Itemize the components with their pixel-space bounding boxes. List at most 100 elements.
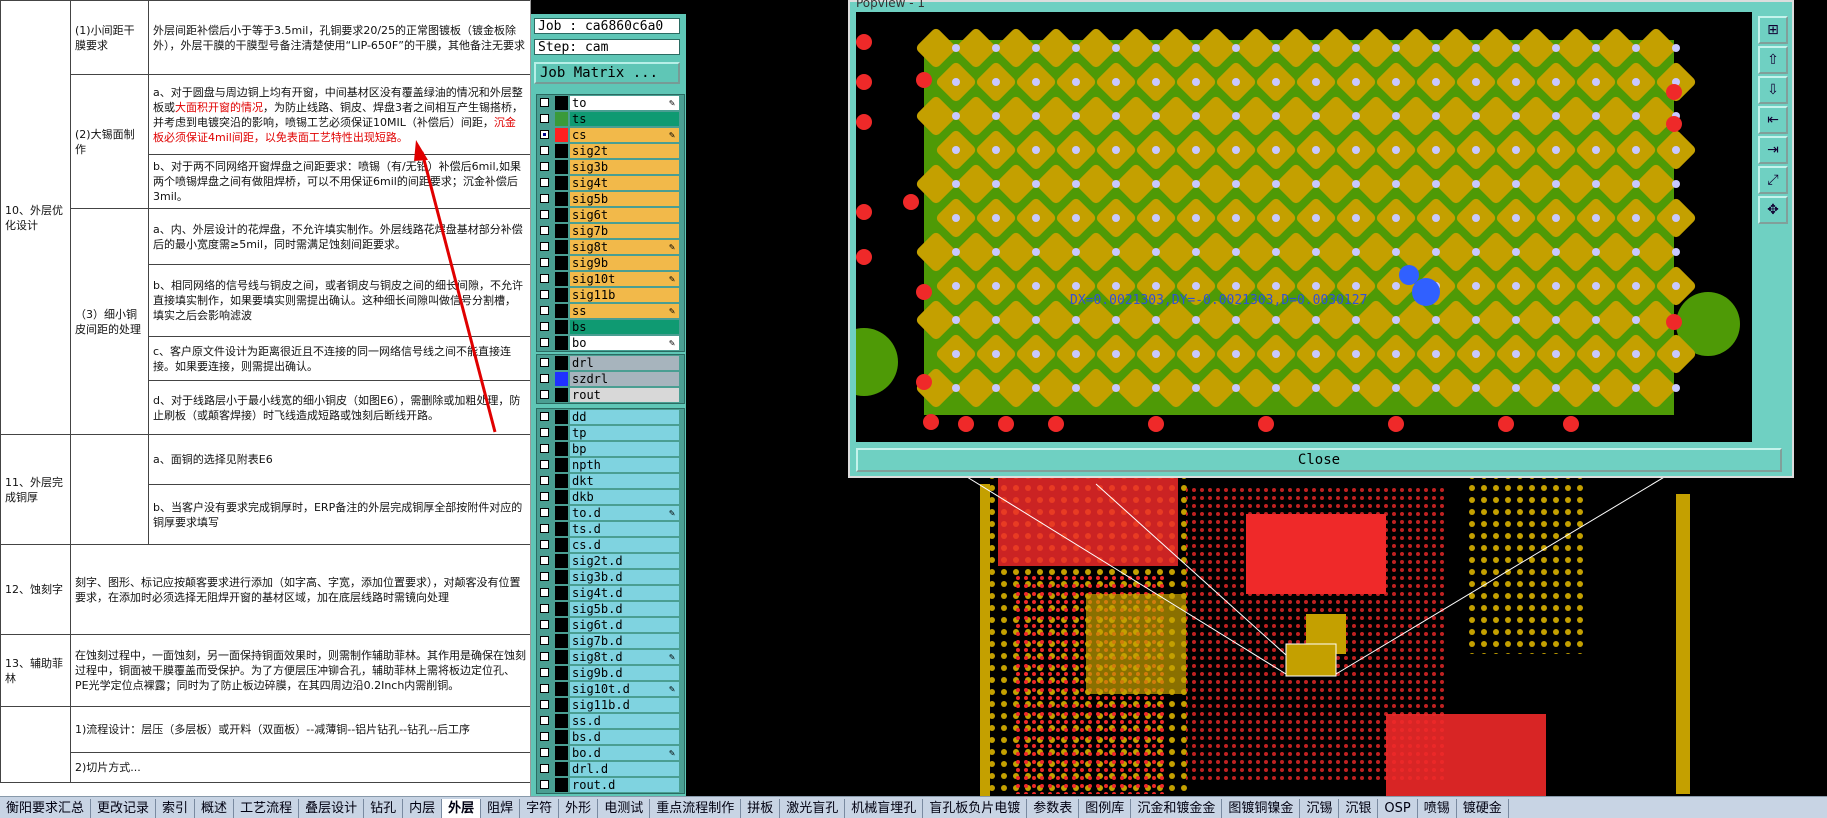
layer-name[interactable]: sig4t — [570, 176, 679, 190]
layer-name[interactable]: rout — [570, 388, 679, 402]
layer-color-swatch[interactable] — [555, 698, 568, 712]
sheet-tab[interactable]: 沉银 — [1339, 799, 1379, 818]
layer-name[interactable]: sig11b — [570, 288, 679, 302]
layer-name[interactable]: to ✎ — [570, 96, 679, 110]
layer-checkbox[interactable] — [540, 684, 549, 693]
layer-color-swatch[interactable] — [555, 730, 568, 744]
layer-name[interactable]: sig11b.d — [570, 698, 679, 712]
layer-name[interactable]: sig3b — [570, 160, 679, 174]
layer-color-swatch[interactable] — [555, 522, 568, 536]
layer-name[interactable]: sig6t — [570, 208, 679, 222]
layer-name[interactable]: ts — [570, 112, 679, 126]
layer-row-sig2t[interactable]: sig2t — [537, 143, 684, 159]
layer-checkbox[interactable] — [540, 604, 549, 613]
layer-name[interactable]: sig6t.d — [570, 618, 679, 632]
layer-color-swatch[interactable] — [555, 288, 568, 302]
layer-checkbox[interactable] — [540, 194, 549, 203]
layer-row-sig8t[interactable]: sig8t ✎ — [537, 239, 684, 255]
sheet-tab[interactable]: 外形 — [559, 799, 599, 818]
layer-name[interactable]: sig3b.d — [570, 570, 679, 584]
layer-name[interactable]: sig10t.d ✎ — [570, 682, 679, 696]
layer-row-sig9b[interactable]: sig9b — [537, 255, 684, 271]
layer-checkbox[interactable] — [540, 290, 549, 299]
layer-row-sig6t[interactable]: sig6t — [537, 207, 684, 223]
layer-row-bp[interactable]: bp — [537, 441, 684, 457]
layer-name[interactable]: sig10t ✎ — [570, 272, 679, 286]
sheet-tab[interactable]: 电测试 — [598, 799, 651, 818]
layer-row-sig10t-d[interactable]: sig10t.d ✎ — [537, 681, 684, 697]
layer-name[interactable]: sig7b — [570, 224, 679, 238]
layer-checkbox[interactable] — [540, 780, 549, 789]
sheet-tab[interactable]: 机械盲埋孔 — [845, 799, 924, 818]
sheet-tab[interactable]: 内层 — [403, 799, 443, 818]
layer-color-swatch[interactable] — [555, 586, 568, 600]
layer-checkbox[interactable] — [540, 764, 549, 773]
layer-color-swatch[interactable] — [555, 426, 568, 440]
sheet-tab[interactable]: 激光盲孔 — [780, 799, 846, 818]
zoom-out-icon[interactable]: ✥ — [1758, 196, 1788, 224]
layer-row-drl-d[interactable]: drl.d — [537, 761, 684, 777]
layer-checkbox[interactable] — [540, 98, 549, 107]
layer-checkbox[interactable] — [540, 620, 549, 629]
layer-row-npth[interactable]: npth — [537, 457, 684, 473]
layer-checkbox[interactable] — [540, 700, 549, 709]
layer-checkbox[interactable] — [540, 242, 549, 251]
layer-up-icon[interactable]: ⇧ — [1758, 46, 1788, 74]
layer-row-dkb[interactable]: dkb — [537, 489, 684, 505]
layer-checkbox[interactable] — [540, 524, 549, 533]
layer-checkbox[interactable] — [540, 588, 549, 597]
layer-color-swatch[interactable] — [555, 458, 568, 472]
layer-name[interactable]: drl — [570, 356, 679, 370]
sheet-tab[interactable]: 工艺流程 — [234, 799, 300, 818]
layer-row-sig7b-d[interactable]: sig7b.d — [537, 633, 684, 649]
layer-row-sig11b[interactable]: sig11b — [537, 287, 684, 303]
popview-canvas[interactable]: DX=0.0021303,DY=-0.0021303,D=0.0030127 — [856, 12, 1752, 442]
layer-name[interactable]: sig8t ✎ — [570, 240, 679, 254]
layer-row-cs[interactable]: cs ✎ — [537, 127, 684, 143]
layer-color-swatch[interactable] — [555, 128, 568, 142]
layer-row-sig8t-d[interactable]: sig8t.d ✎ — [537, 649, 684, 665]
layer-color-swatch[interactable] — [555, 410, 568, 424]
sheet-tab[interactable]: 重点流程制作 — [650, 799, 742, 818]
layer-name[interactable]: sig5b — [570, 192, 679, 206]
layer-name[interactable]: rout.d — [570, 778, 679, 792]
layer-color-swatch[interactable] — [555, 602, 568, 616]
layer-checkbox[interactable] — [540, 146, 549, 155]
layer-name[interactable]: sig7b.d — [570, 634, 679, 648]
layer-row-sig5b[interactable]: sig5b — [537, 191, 684, 207]
layer-row-drl[interactable]: drl — [537, 355, 684, 371]
layer-checkbox[interactable] — [540, 226, 549, 235]
job-matrix-button[interactable]: Job Matrix ... — [534, 62, 680, 84]
layer-name[interactable]: bs — [570, 320, 679, 334]
layer-name[interactable]: bo ✎ — [570, 336, 679, 350]
layer-name[interactable]: to.d ✎ — [570, 506, 679, 520]
layer-checkbox[interactable] — [540, 732, 549, 741]
sheet-tab[interactable]: 沉金和镀金金 — [1131, 799, 1223, 818]
layer-color-swatch[interactable] — [555, 208, 568, 222]
layer-checkbox[interactable] — [540, 668, 549, 677]
sheet-tab[interactable]: 外层 — [442, 799, 482, 818]
layer-color-swatch[interactable] — [555, 474, 568, 488]
layer-color-swatch[interactable] — [555, 778, 568, 792]
layer-checkbox[interactable] — [540, 162, 549, 171]
layer-row-sig4t-d[interactable]: sig4t.d — [537, 585, 684, 601]
sheet-tab[interactable]: 沉锡 — [1300, 799, 1340, 818]
layer-checkbox[interactable] — [540, 322, 549, 331]
layer-down-icon[interactable]: ⇩ — [1758, 76, 1788, 104]
pan-left-icon[interactable]: ⇤ — [1758, 106, 1788, 134]
layer-row-ts-d[interactable]: ts.d — [537, 521, 684, 537]
layer-color-swatch[interactable] — [555, 506, 568, 520]
layer-checkbox[interactable] — [540, 460, 549, 469]
layer-name[interactable]: sig8t.d ✎ — [570, 650, 679, 664]
layer-row-dkt[interactable]: dkt — [537, 473, 684, 489]
sheet-tab[interactable]: 钻孔 — [364, 799, 404, 818]
layer-row-bo[interactable]: bo ✎ — [537, 335, 684, 351]
sheet-tab[interactable]: OSP — [1378, 799, 1418, 818]
layer-checkbox[interactable] — [540, 428, 549, 437]
sheet-tab[interactable]: 叠层设计 — [299, 799, 365, 818]
layer-color-swatch[interactable] — [555, 714, 568, 728]
layer-color-swatch[interactable] — [555, 356, 568, 370]
layer-row-bs-d[interactable]: bs.d — [537, 729, 684, 745]
layer-color-swatch[interactable] — [555, 388, 568, 402]
layer-color-swatch[interactable] — [555, 618, 568, 632]
